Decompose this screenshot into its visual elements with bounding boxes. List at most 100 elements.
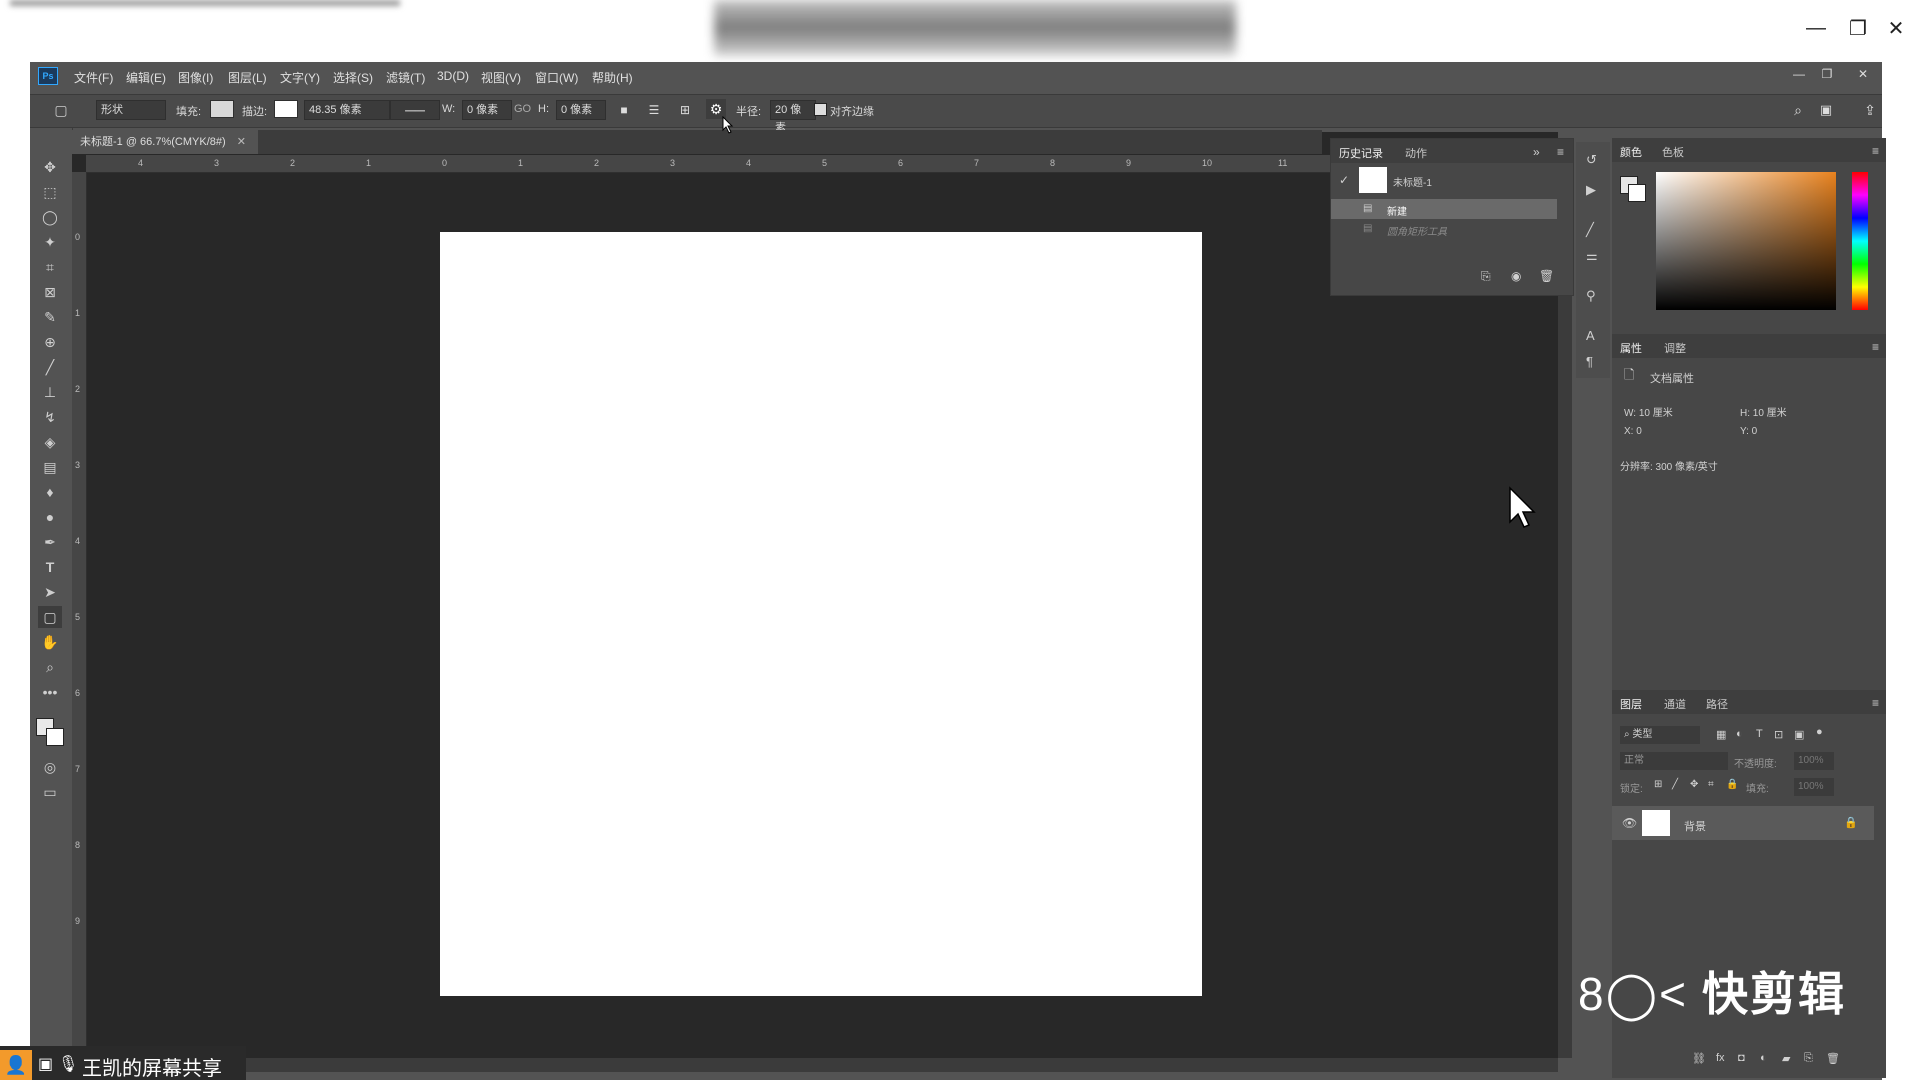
height-value[interactable]: H: 10 厘米 — [1740, 404, 1787, 419]
panel-menu-icon[interactable]: ≡ — [1557, 145, 1564, 159]
tab-actions[interactable]: 动作 — [1405, 145, 1427, 161]
paragraph-panel-icon[interactable]: ¶ — [1586, 354, 1593, 369]
eraser-tool-icon[interactable]: ◈ — [38, 431, 62, 453]
screen-mode-icon[interactable]: ▭ — [38, 781, 62, 803]
crop-tool-icon[interactable]: ⌗ — [38, 256, 62, 278]
radius-field[interactable]: 20 像素 — [770, 100, 816, 134]
h-field[interactable]: 0 像素 — [556, 100, 606, 120]
stroke-type-select[interactable]: ── — [390, 100, 440, 120]
tab-paths[interactable]: 路径 — [1706, 696, 1728, 712]
path-arrangement-icon[interactable]: ⊞ — [674, 100, 696, 120]
new-layer-icon[interactable]: ⎘ — [1804, 1052, 1813, 1065]
menu-edit[interactable]: 编辑(E) — [126, 69, 166, 86]
blur-tool-icon[interactable]: ♦ — [38, 481, 62, 503]
menu-help[interactable]: 帮助(H) — [592, 69, 633, 86]
history-item[interactable]: 新建 — [1387, 203, 1407, 218]
tab-history[interactable]: 历史记录 — [1339, 145, 1383, 161]
path-selection-tool-icon[interactable]: ➤ — [38, 581, 62, 603]
character-panel-icon[interactable]: A — [1586, 328, 1595, 343]
menu-select[interactable]: 选择(S) — [333, 69, 373, 86]
path-alignment-icon[interactable]: ☰ — [644, 100, 664, 120]
tab-channels[interactable]: 通道 — [1664, 696, 1686, 712]
add-mask-icon[interactable]: ◘ — [1738, 1052, 1745, 1064]
collapse-panel-icon[interactable]: » — [1533, 145, 1540, 159]
trash-icon[interactable]: 🗑 — [1539, 269, 1554, 283]
lock-position-icon[interactable]: ✥ — [1690, 779, 1698, 790]
menu-type[interactable]: 文字(Y) — [280, 69, 320, 86]
lock-artboard-icon[interactable]: ⌗ — [1708, 779, 1714, 790]
opacity-field[interactable]: 100% — [1794, 752, 1834, 770]
history-panel-icon[interactable]: ↺ — [1586, 152, 1597, 168]
tab-layers[interactable]: 图层 — [1620, 696, 1642, 712]
filter-pixel-icon[interactable]: ▦ — [1716, 728, 1726, 741]
dodge-tool-icon[interactable]: ● — [38, 506, 62, 528]
background-color-swatch[interactable] — [46, 728, 64, 746]
tab-color[interactable]: 颜色 — [1620, 144, 1642, 160]
close-icon[interactable]: ✕ — [1880, 10, 1912, 46]
trash-icon[interactable]: 🗑 — [1826, 1052, 1840, 1065]
w-field[interactable]: 0 像素 — [462, 100, 512, 120]
panel-menu-icon[interactable]: ≡ — [1872, 340, 1879, 354]
magic-wand-tool-icon[interactable]: ✦ — [38, 231, 62, 253]
align-edges-checkbox[interactable] — [814, 103, 827, 116]
adjustment-layer-icon[interactable]: ◐ — [1760, 1052, 1767, 1064]
lock-all-icon[interactable]: 🔒 — [1726, 779, 1738, 790]
actions-panel-icon[interactable]: ▶ — [1586, 182, 1596, 198]
lasso-tool-icon[interactable]: ◯ — [38, 206, 62, 228]
menu-layer[interactable]: 图层(L) — [228, 69, 267, 86]
menu-view[interactable]: 视图(V) — [481, 69, 521, 86]
filter-adjustment-icon[interactable]: ◐ — [1736, 728, 1743, 740]
history-item[interactable]: 圆角矩形工具 — [1387, 223, 1447, 238]
brush-settings-icon[interactable]: ╱ — [1586, 222, 1594, 238]
horizontal-scrollbar[interactable] — [86, 1058, 1558, 1072]
pen-tool-icon[interactable]: ✒ — [38, 531, 62, 553]
lock-transparent-icon[interactable]: ⊞ — [1654, 779, 1662, 790]
document-canvas[interactable] — [440, 232, 1202, 996]
clone-stamp-tool-icon[interactable]: ⊥ — [38, 381, 62, 403]
ps-close-icon[interactable]: ✕ — [1852, 66, 1874, 82]
panel-menu-icon[interactable]: ≡ — [1872, 696, 1879, 710]
filter-toggle-icon[interactable]: ● — [1816, 726, 1823, 738]
workspace-icon[interactable]: ▣ — [1816, 100, 1836, 120]
hand-tool-icon[interactable]: ✋ — [38, 631, 62, 653]
snapshot-name[interactable]: 未标题-1 — [1393, 174, 1432, 189]
y-value[interactable]: Y: 0 — [1740, 426, 1757, 437]
eye-icon[interactable]: 👁 — [1622, 816, 1637, 830]
link-icon[interactable]: GO — [514, 103, 531, 115]
new-document-from-state-icon[interactable]: ⎘ — [1481, 269, 1491, 284]
filter-smart-object-icon[interactable]: ▣ — [1794, 728, 1804, 741]
history-brush-tool-icon[interactable]: ↯ — [38, 406, 62, 428]
panel-menu-icon[interactable]: ≡ — [1872, 144, 1879, 158]
history-brush-source-icon[interactable]: ✓ — [1339, 173, 1349, 187]
menu-file[interactable]: 文件(F) — [74, 69, 113, 86]
lock-image-icon[interactable]: ╱ — [1672, 779, 1678, 790]
character-styles-icon[interactable]: ⚲ — [1586, 288, 1596, 304]
menu-image[interactable]: 图像(I) — [178, 69, 213, 86]
close-tab-icon[interactable]: ✕ — [237, 136, 246, 148]
ps-restore-icon[interactable]: ❐ — [1816, 66, 1838, 82]
healing-brush-tool-icon[interactable]: ⊕ — [38, 331, 62, 353]
width-value[interactable]: W: 10 厘米 — [1624, 404, 1673, 419]
share-icon[interactable]: ⇪ — [1860, 100, 1880, 120]
stroke-width-field[interactable]: 48.35 像素 — [304, 100, 390, 120]
layer-style-icon[interactable]: fx — [1716, 1052, 1725, 1064]
hue-slider[interactable] — [1852, 172, 1868, 310]
more-tools-icon[interactable]: ••• — [38, 681, 62, 703]
tab-adjustments[interactable]: 调整 — [1664, 340, 1686, 356]
ps-minimize-icon[interactable]: — — [1788, 66, 1810, 82]
fill-field[interactable]: 100% — [1794, 778, 1834, 796]
mode-select[interactable]: 形状 — [96, 100, 166, 120]
document-tab[interactable]: 未标题-1 @ 66.7%(CMYK/8#) ✕ — [72, 130, 258, 154]
move-tool-icon[interactable]: ✥ — [38, 156, 62, 178]
link-layers-icon[interactable]: ⛓ — [1692, 1052, 1706, 1065]
menu-filter[interactable]: 滤镜(T) — [386, 69, 425, 86]
type-tool-icon[interactable]: T — [38, 556, 62, 578]
quick-mask-icon[interactable]: ◎ — [38, 756, 62, 778]
marquee-tool-icon[interactable]: ⬚ — [38, 181, 62, 203]
shape-tool-preset-icon[interactable]: ▢ — [48, 100, 74, 120]
vertical-scrollbar[interactable] — [1558, 172, 1572, 1058]
eyedropper-tool-icon[interactable]: ✎ — [38, 306, 62, 328]
stroke-swatch[interactable] — [274, 100, 298, 118]
menu-3d[interactable]: 3D(D) — [437, 69, 469, 83]
restore-icon[interactable]: ❐ — [1838, 10, 1878, 46]
